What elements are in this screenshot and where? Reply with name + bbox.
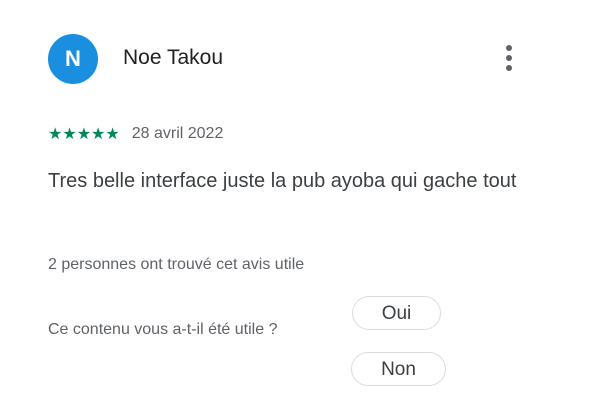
rating-row: ★★★★★ 28 avril 2022 <box>48 124 223 144</box>
avatar-initial: N <box>65 46 81 71</box>
star-rating-icon: ★★★★★ <box>48 124 120 143</box>
more-vert-icon <box>506 45 512 51</box>
more-vert-icon <box>506 55 512 61</box>
yes-button[interactable]: Oui <box>352 296 441 330</box>
review-text: Tres belle interface juste la pub ayoba … <box>48 170 517 192</box>
more-options-button[interactable] <box>494 39 524 77</box>
more-vert-icon <box>506 65 512 71</box>
no-button[interactable]: Non <box>351 352 446 386</box>
avatar: N <box>48 34 98 84</box>
review-card: N Noe Takou ★★★★★ 28 avril 2022 Tres bel… <box>0 0 592 409</box>
author-name: Noe Takou <box>123 46 224 69</box>
helpful-question: Ce contenu vous a-t-il été utile ? <box>48 321 278 338</box>
helpful-count: 2 personnes ont trouvé cet avis utile <box>48 256 305 273</box>
review-date: 28 avril 2022 <box>131 125 224 142</box>
